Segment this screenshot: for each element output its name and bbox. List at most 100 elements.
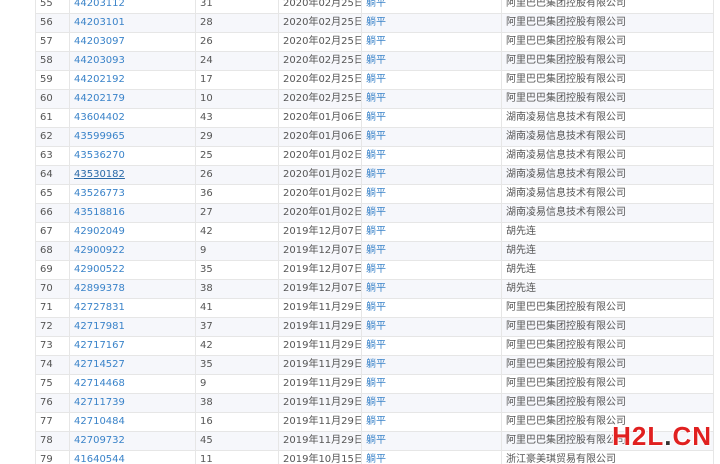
registration-number-link[interactable]: 43518816 — [74, 207, 125, 218]
cell-registration-number-link[interactable]: 42899378 — [69, 279, 196, 299]
registration-number-link[interactable]: 42717167 — [74, 340, 125, 351]
cell-type-link[interactable]: 躺平 — [361, 127, 502, 147]
registration-number-link[interactable]: 42709732 — [74, 435, 125, 446]
cell-type-link[interactable]: 躺平 — [361, 412, 502, 432]
cell-type-link[interactable]: 躺平 — [361, 13, 502, 33]
cell-date: 2019年11月29日 — [278, 355, 362, 375]
cell-count: 28 — [195, 13, 279, 33]
cell-registration-number-link[interactable]: 43530182 — [69, 165, 196, 185]
cell-registration-number-link[interactable]: 43526773 — [69, 184, 196, 204]
registration-number-link[interactable]: 42899378 — [74, 283, 125, 294]
registration-number-link[interactable]: 43599965 — [74, 131, 125, 142]
registration-number-link[interactable]: 43526773 — [74, 188, 125, 199]
cell-type-link[interactable]: 躺平 — [361, 393, 502, 413]
cell-type-link[interactable]: 躺平 — [361, 32, 502, 52]
cell-registration-number-link[interactable]: 42714468 — [69, 374, 196, 394]
cell-registration-number-link[interactable]: 41640544 — [69, 450, 196, 464]
cell-type-link[interactable]: 躺平 — [361, 146, 502, 166]
cell-registration-number-link[interactable]: 44203093 — [69, 51, 196, 71]
cell-count: 42 — [195, 222, 279, 242]
cell-type-link[interactable]: 躺平 — [361, 70, 502, 90]
cell-registration-number-link[interactable]: 44203101 — [69, 13, 196, 33]
cell-type-link[interactable]: 躺平 — [361, 108, 502, 128]
registration-number-link[interactable]: 43604402 — [74, 112, 125, 123]
cell-registration-number-link[interactable]: 43536270 — [69, 146, 196, 166]
cell-type-link[interactable]: 躺平 — [361, 222, 502, 242]
cell-count: 17 — [195, 70, 279, 90]
cell-company: 阿里巴巴集团控股有限公司 — [501, 374, 714, 394]
cell-registration-number-link[interactable]: 43599965 — [69, 127, 196, 147]
registration-number-link[interactable]: 42711739 — [74, 397, 125, 408]
cell-row-number: 69 — [35, 260, 70, 280]
cell-count: 26 — [195, 165, 279, 185]
registration-number-link[interactable]: 42727831 — [74, 302, 125, 313]
table-row: 73 42717167 42 2019年11月29日 躺平 阿里巴巴集团控股有限公司 — [35, 336, 714, 356]
registration-number-link[interactable]: 43536270 — [74, 150, 125, 161]
cell-date: 2019年11月29日 — [278, 298, 362, 318]
registration-number-link[interactable]: 42900922 — [74, 245, 125, 256]
cell-registration-number-link[interactable]: 44202192 — [69, 70, 196, 90]
cell-row-number: 59 — [35, 70, 70, 90]
watermark-tld: CN — [672, 421, 712, 451]
registration-number-link[interactable]: 42714468 — [74, 378, 125, 389]
cell-registration-number-link[interactable]: 42902049 — [69, 222, 196, 242]
cell-count: 9 — [195, 241, 279, 261]
cell-registration-number-link[interactable]: 44203112 — [69, 0, 196, 14]
cell-registration-number-link[interactable]: 42727831 — [69, 298, 196, 318]
cell-registration-number-link[interactable]: 42711739 — [69, 393, 196, 413]
table-row: 55 44203112 31 2020年02月25日 躺平 阿里巴巴集团控股有限公司 — [35, 0, 714, 14]
cell-date: 2020年02月25日 — [278, 70, 362, 90]
cell-registration-number-link[interactable]: 44202179 — [69, 89, 196, 109]
cell-registration-number-link[interactable]: 42709732 — [69, 431, 196, 451]
registration-number-link[interactable]: 42900522 — [74, 264, 125, 275]
cell-count: 42 — [195, 336, 279, 356]
cell-count: 31 — [195, 0, 279, 14]
cell-type-link[interactable]: 躺平 — [361, 374, 502, 394]
cell-type-link[interactable]: 躺平 — [361, 450, 502, 464]
cell-company: 胡先连 — [501, 260, 714, 280]
cell-date: 2019年11月29日 — [278, 393, 362, 413]
registration-number-link[interactable]: 42714527 — [74, 359, 125, 370]
cell-type-link[interactable]: 躺平 — [361, 184, 502, 204]
cell-type-link[interactable]: 躺平 — [361, 431, 502, 451]
cell-type-link[interactable]: 躺平 — [361, 317, 502, 337]
registration-number-link[interactable]: 44203093 — [74, 55, 125, 66]
cell-type-link[interactable]: 躺平 — [361, 165, 502, 185]
cell-type-link[interactable]: 躺平 — [361, 241, 502, 261]
registration-number-link[interactable]: 43530182 — [74, 169, 125, 180]
cell-type-link[interactable]: 躺平 — [361, 203, 502, 223]
cell-registration-number-link[interactable]: 42900522 — [69, 260, 196, 280]
cell-registration-number-link[interactable]: 42710484 — [69, 412, 196, 432]
cell-registration-number-link[interactable]: 42714527 — [69, 355, 196, 375]
cell-row-number: 64 — [35, 165, 70, 185]
registration-number-link[interactable]: 44203112 — [74, 0, 125, 9]
cell-registration-number-link[interactable]: 42900922 — [69, 241, 196, 261]
cell-date: 2020年01月02日 — [278, 165, 362, 185]
registration-number-link[interactable]: 41640544 — [74, 454, 125, 464]
cell-type-link[interactable]: 躺平 — [361, 260, 502, 280]
table-row: 59 44202192 17 2020年02月25日 躺平 阿里巴巴集团控股有限公司 — [35, 70, 714, 90]
cell-type-link[interactable]: 躺平 — [361, 51, 502, 71]
cell-type-link[interactable]: 躺平 — [361, 355, 502, 375]
registration-number-link[interactable]: 42902049 — [74, 226, 125, 237]
cell-registration-number-link[interactable]: 43604402 — [69, 108, 196, 128]
registration-number-link[interactable]: 44203097 — [74, 36, 125, 47]
cell-type-link[interactable]: 躺平 — [361, 0, 502, 14]
cell-registration-number-link[interactable]: 42717167 — [69, 336, 196, 356]
registration-number-link[interactable]: 42717981 — [74, 321, 125, 332]
table-body: 55 44203112 31 2020年02月25日 躺平 阿里巴巴集团控股有限公司 56 4… — [35, 0, 714, 464]
cell-type-link[interactable]: 躺平 — [361, 336, 502, 356]
registration-number-link[interactable]: 42710484 — [74, 416, 125, 427]
cell-row-number: 63 — [35, 146, 70, 166]
registration-number-link[interactable]: 44203101 — [74, 17, 125, 28]
registration-number-link[interactable]: 44202192 — [74, 74, 125, 85]
cell-type-link[interactable]: 躺平 — [361, 298, 502, 318]
cell-type-link[interactable]: 躺平 — [361, 279, 502, 299]
cell-registration-number-link[interactable]: 44203097 — [69, 32, 196, 52]
cell-type-link[interactable]: 躺平 — [361, 89, 502, 109]
cell-registration-number-link[interactable]: 42717981 — [69, 317, 196, 337]
cell-date: 2020年02月25日 — [278, 51, 362, 71]
registration-number-link[interactable]: 44202179 — [74, 93, 125, 104]
cell-registration-number-link[interactable]: 43518816 — [69, 203, 196, 223]
table-row: 60 44202179 10 2020年02月25日 躺平 阿里巴巴集团控股有限公司 — [35, 89, 714, 109]
